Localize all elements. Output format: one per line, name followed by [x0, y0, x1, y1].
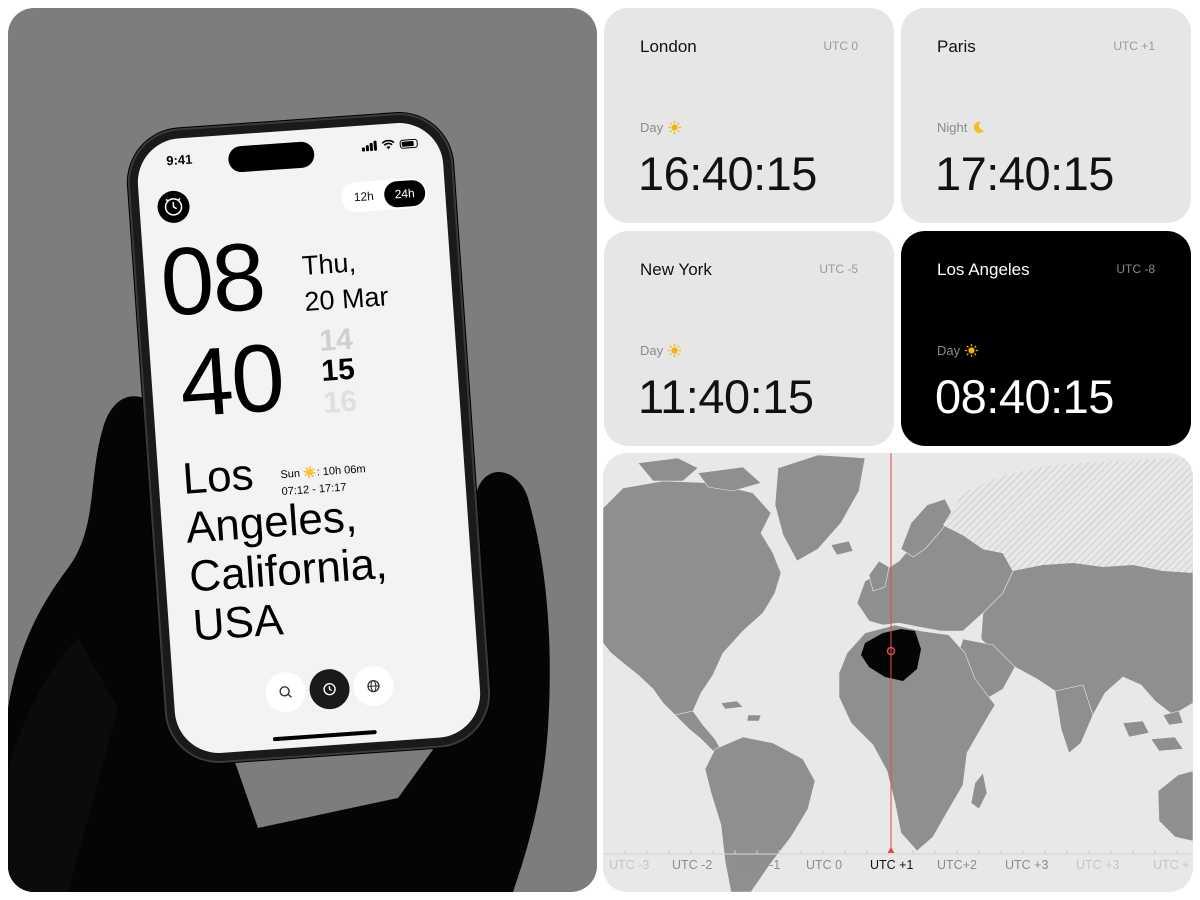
iceland-landmass: [830, 540, 854, 556]
card-utc-offset: UTC +1: [1113, 39, 1155, 53]
card-period: Day: [640, 120, 682, 135]
australia-landmass: [1157, 770, 1193, 842]
timezone-label[interactable]: UTC+2: [937, 858, 977, 872]
sun-icon: [668, 344, 681, 357]
sun-icon: [965, 344, 978, 357]
card-period: Night: [937, 120, 986, 135]
city-card-london[interactable]: London UTC 0 Day 16:40:15: [604, 8, 894, 223]
timezone-label-selected[interactable]: UTC +1: [870, 858, 913, 872]
card-period-label: Day: [640, 343, 664, 358]
southeast-asia-islands: [1122, 710, 1184, 752]
central-america-landmass: [674, 710, 724, 754]
status-icons: [361, 138, 418, 152]
nav-clock-button[interactable]: [308, 667, 351, 711]
timezone-label[interactable]: UTC +: [1153, 858, 1189, 872]
greenland-landmass: [774, 454, 866, 562]
north-america-landmass: [603, 480, 782, 716]
status-time: 9:41: [165, 151, 193, 169]
card-period-label: Day: [640, 120, 664, 135]
nav-search-button[interactable]: [264, 670, 308, 714]
timezone-label[interactable]: UTC -2: [672, 858, 712, 872]
clock-icon: [323, 682, 336, 696]
clock-menu-button[interactable]: [156, 189, 191, 224]
clock-minutes: 40: [176, 323, 287, 438]
timezone-pointer-icon: [887, 847, 895, 853]
battery-icon: [399, 138, 418, 149]
city-card-paris[interactable]: Paris UTC +1 Night 17:40:15: [901, 8, 1191, 223]
date-display: Thu, 20 Mar: [301, 242, 390, 320]
search-icon: [279, 686, 293, 698]
timezone-label[interactable]: UTC +3: [1005, 858, 1048, 872]
seconds-current: 15: [320, 352, 356, 388]
city-card-los-angeles[interactable]: Los Angeles UTC -8 Day 08:40:15: [901, 231, 1191, 446]
card-period-label: Night: [937, 120, 968, 135]
wifi-icon: [381, 139, 395, 150]
timezone-label[interactable]: UTC +3: [1076, 858, 1119, 872]
card-time: 16:40:15: [638, 147, 817, 200]
daylight-info: Sun ☀️: 10h 06m 07:12 - 17:17: [280, 461, 367, 501]
card-utc-offset: UTC -8: [1116, 262, 1155, 276]
ruler-ticks: [624, 850, 1178, 854]
madagascar-landmass: [970, 772, 988, 810]
world-map-panel[interactable]: UTC -3 UTC -2 UTC -1 UTC 0 UTC +1 UTC+2 …: [603, 453, 1193, 892]
card-time: 11:40:15: [638, 370, 814, 423]
city-card-new-york[interactable]: New York UTC -5 Day 11:40:15: [604, 231, 894, 446]
globe-icon: [367, 679, 380, 693]
nav-globe-button[interactable]: [352, 664, 395, 708]
card-period-label: Day: [937, 343, 961, 358]
card-city-name: London: [640, 37, 697, 56]
card-time: 08:40:15: [935, 370, 1114, 423]
phone-showcase: 9:41 12h 24h 08 40 Thu, 20 Mar 14 15 16 …: [8, 8, 597, 892]
phone-device: 9:41 12h 24h 08 40 Thu, 20 Mar 14 15 16 …: [124, 109, 494, 767]
bottom-nav: [264, 664, 395, 714]
time-format-toggle: 12h 24h: [340, 177, 429, 214]
world-map[interactable]: [603, 453, 1193, 892]
clock-hours: 08: [157, 222, 268, 337]
toggle-12h-button[interactable]: 12h: [342, 182, 385, 211]
timezone-label[interactable]: UTC -3: [609, 858, 649, 872]
card-city-name: Los Angeles: [937, 260, 1030, 279]
timezone-label[interactable]: UTC -1: [740, 858, 780, 872]
card-period: Day: [640, 343, 682, 358]
toggle-24h-button[interactable]: 24h: [383, 179, 427, 209]
seconds-next: 16: [322, 384, 359, 420]
timezone-label[interactable]: UTC 0: [806, 858, 842, 872]
card-time: 17:40:15: [935, 147, 1114, 200]
weekday: Thu,: [300, 247, 357, 282]
timezone-labels: UTC -3 UTC -2 UTC -1 UTC 0 UTC +1 UTC+2 …: [603, 858, 1193, 878]
card-period: Day: [937, 343, 979, 358]
sun-icon: [668, 121, 681, 134]
caribbean-islands: [720, 700, 762, 722]
phone-screen: 9:41 12h 24h 08 40 Thu, 20 Mar 14 15 16 …: [134, 120, 484, 756]
card-city-name: Paris: [937, 37, 976, 56]
home-indicator: [272, 730, 377, 742]
card-city-name: New York: [640, 260, 712, 279]
date-text: 20 Mar: [303, 281, 390, 317]
signal-icon: [361, 140, 378, 152]
card-utc-offset: UTC 0: [823, 39, 858, 53]
moon-icon: [974, 121, 985, 133]
clock-icon: [164, 197, 183, 216]
dynamic-island: [227, 140, 316, 173]
card-utc-offset: UTC -5: [819, 262, 858, 276]
